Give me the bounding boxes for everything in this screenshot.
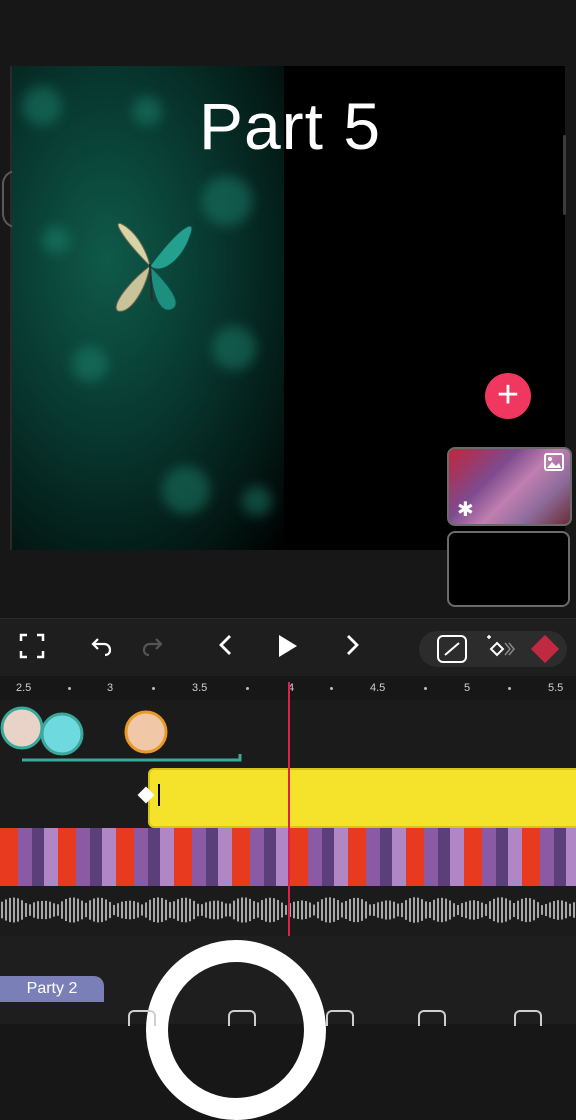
undo-icon[interactable] <box>88 633 116 663</box>
sticker-thumbnail[interactable] <box>0 706 44 750</box>
ruler-tick: 3 <box>107 682 114 694</box>
ruler-dot <box>152 687 155 690</box>
ruler-tick: 2.5 <box>16 682 32 694</box>
text-layer-clip[interactable] <box>148 768 576 828</box>
top-bar <box>0 0 576 64</box>
ruler-tick: 3.5 <box>192 682 208 694</box>
ruler-dot <box>424 687 427 690</box>
sticker-layer-track[interactable] <box>0 700 260 770</box>
playhead[interactable] <box>288 682 290 936</box>
redo-icon[interactable] <box>138 633 166 663</box>
layer-tab-label[interactable]: Party 2 <box>0 976 104 1002</box>
ruler-tick: 5.5 <box>548 682 564 694</box>
title-text-overlay[interactable]: Part 5 <box>150 88 430 164</box>
ruler-tick: 4.5 <box>370 682 386 694</box>
play-icon[interactable] <box>272 633 302 663</box>
chevron-left-icon[interactable] <box>212 633 240 663</box>
chevron-right-icon[interactable] <box>338 633 366 663</box>
image-icon <box>544 453 564 471</box>
ruler-dot <box>330 687 333 690</box>
record-button[interactable] <box>146 940 326 1120</box>
ruler-tick: 5 <box>464 682 471 694</box>
editor-toolbar <box>0 618 576 677</box>
sticker-thumbnail[interactable] <box>40 712 84 756</box>
line-tool-icon[interactable] <box>437 635 467 663</box>
fullscreen-icon[interactable] <box>18 633 46 663</box>
keyframe-controls <box>419 631 567 667</box>
add-layer-button[interactable]: + <box>485 373 531 419</box>
clip-trim-handle[interactable] <box>158 784 160 806</box>
ruler-dot <box>246 687 249 690</box>
keyframe-diamond-icon[interactable] <box>530 634 560 664</box>
butterfly-image <box>115 222 193 312</box>
asterisk-icon: ✱ <box>457 499 474 521</box>
ruler-dot <box>508 687 511 690</box>
media-clip-thumbnail[interactable]: ✱ <box>447 447 572 526</box>
keyframe-add-icon[interactable] <box>483 633 519 665</box>
scrollbar[interactable] <box>563 135 566 215</box>
empty-media-slot[interactable] <box>447 531 570 607</box>
ruler-dot <box>68 687 71 690</box>
sticker-thumbnail[interactable] <box>124 710 168 754</box>
